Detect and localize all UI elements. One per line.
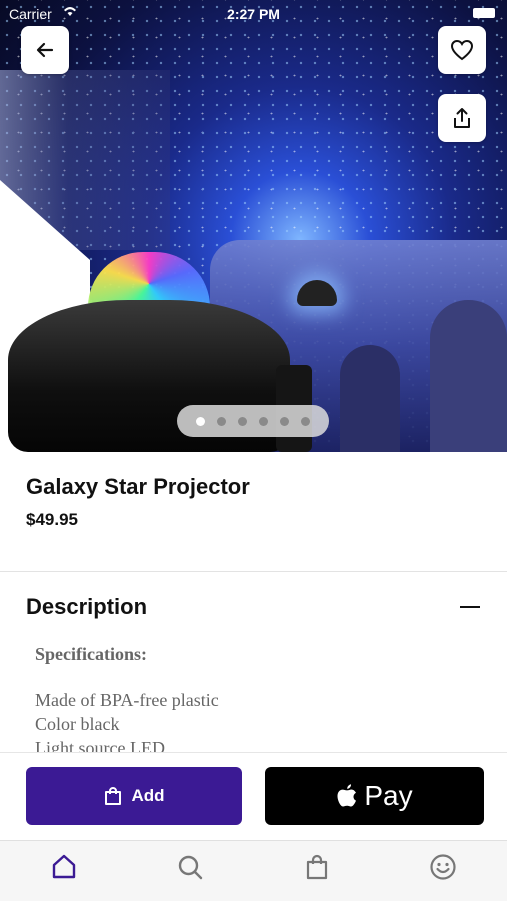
carousel-dot[interactable] — [238, 416, 247, 426]
favorite-button[interactable] — [438, 26, 486, 74]
spec-line: Color black — [35, 714, 120, 734]
arrow-left-icon — [36, 42, 54, 58]
back-button[interactable] — [21, 26, 69, 74]
tab-home[interactable] — [44, 849, 84, 885]
search-icon — [178, 855, 203, 880]
heart-icon — [450, 39, 474, 61]
carousel-dot[interactable] — [301, 416, 310, 426]
share-icon — [454, 108, 470, 128]
product-price: $49.95 — [26, 510, 78, 529]
tab-bar — [0, 840, 507, 901]
status-bar: Carrier 2:27 PM — [0, 0, 507, 28]
carousel-dot[interactable] — [280, 416, 289, 426]
description-body: Specifications: Made of BPA-free plastic… — [35, 642, 475, 752]
smiley-icon — [430, 854, 456, 880]
child-figure — [340, 345, 400, 452]
carousel-indicator[interactable] — [177, 405, 329, 437]
carousel-dot[interactable] — [259, 416, 268, 426]
tab-account[interactable] — [423, 849, 463, 885]
collapse-icon[interactable] — [460, 606, 480, 608]
home-icon — [52, 854, 76, 879]
product-image[interactable] — [0, 0, 507, 452]
clock: 2:27 PM — [227, 6, 280, 22]
child-figure — [430, 300, 507, 452]
divider — [0, 571, 507, 572]
battery-icon — [473, 8, 495, 18]
spec-line: Made of BPA-free plastic — [35, 690, 219, 710]
add-to-bag-button[interactable]: Add — [26, 767, 242, 825]
apple-logo-icon — [337, 784, 357, 807]
carousel-dot[interactable] — [196, 416, 205, 426]
product-title: Galaxy Star Projector — [26, 474, 250, 499]
share-button[interactable] — [438, 94, 486, 142]
spec-line: Light source LED — [35, 738, 165, 752]
tab-bag[interactable] — [297, 849, 337, 885]
carousel-dot[interactable] — [217, 416, 226, 426]
description-heading[interactable]: Description — [26, 594, 147, 620]
tab-search[interactable] — [170, 849, 210, 885]
bag-icon — [105, 786, 122, 805]
specifications-label: Specifications: — [35, 644, 147, 664]
pay-button-label: Pay — [364, 780, 413, 811]
apple-pay-button[interactable]: Pay — [265, 767, 484, 825]
add-button-label: Add — [131, 786, 165, 805]
bag-icon — [306, 854, 328, 880]
